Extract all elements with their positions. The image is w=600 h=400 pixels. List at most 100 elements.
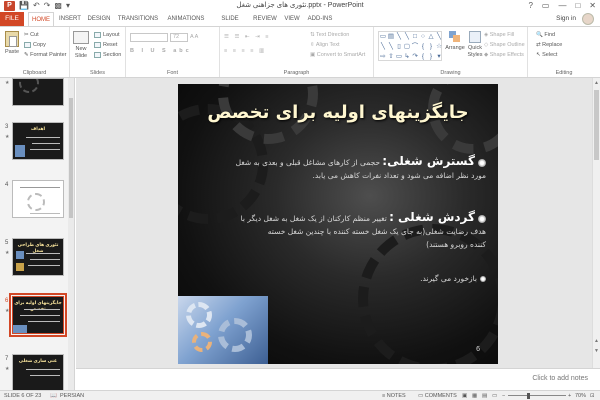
section-button[interactable]: Section: [94, 51, 121, 59]
spell-check-icon[interactable]: 📖: [50, 392, 57, 400]
oval-shape-icon[interactable]: ○: [419, 32, 427, 42]
replace-button[interactable]: ⇄ Replace: [536, 41, 562, 49]
help-icon[interactable]: ?: [528, 0, 532, 11]
rounded-rectangle-shape-icon[interactable]: ▢: [403, 42, 411, 52]
reading-view-icon[interactable]: ▤: [482, 392, 487, 400]
paste-button[interactable]: Paste: [2, 31, 22, 56]
zoom-slider[interactable]: [508, 395, 566, 396]
slide-sorter-view-icon[interactable]: ▦: [472, 392, 477, 400]
slide-show-view-icon[interactable]: ▭: [492, 392, 497, 400]
tab-transitions[interactable]: TRANSITIONS: [116, 12, 160, 26]
font-style-buttons[interactable]: B I U S abc: [130, 47, 192, 55]
tab-insert[interactable]: INSERT: [58, 12, 82, 26]
notes-pane[interactable]: Click to add notes: [76, 368, 600, 390]
notes-toggle[interactable]: ≡ NOTES: [382, 392, 406, 400]
comments-toggle[interactable]: ▭ COMMENTS: [418, 392, 457, 400]
previous-slide-icon[interactable]: ▲: [594, 338, 599, 344]
brace-shape-icon[interactable]: }: [427, 42, 435, 52]
paragraph-feedback[interactable]: بازخورد می گیرند.: [190, 272, 486, 285]
slide-thumbnail[interactable]: [12, 78, 64, 106]
callout-shape-icon[interactable]: ▭: [395, 52, 403, 62]
tab-home[interactable]: HOME: [28, 12, 54, 26]
paragraph-job-rotation[interactable]: گردش شغلی : تغییر منظم کارکنان از یک شغل…: [190, 210, 486, 251]
slide-thumbnail[interactable]: غنی سازی شغلی: [12, 354, 64, 390]
thumbnails-scrollbar[interactable]: [68, 78, 74, 390]
current-slide[interactable]: جایگزینهای اولیه برای تخصص گسترش شغلی: ح…: [178, 84, 498, 364]
rectangle-shape-icon[interactable]: ▯: [395, 42, 403, 52]
align-buttons[interactable]: ≡ ≡ ≡ ≡ ▥: [224, 47, 266, 55]
brace-shape-icon[interactable]: {: [419, 42, 427, 52]
layout-button[interactable]: Layout: [94, 31, 120, 39]
user-avatar[interactable]: [582, 13, 594, 25]
arrow-shape-icon[interactable]: ⇧: [387, 52, 395, 62]
slide-title[interactable]: جایگزینهای اولیه برای تخصص: [178, 102, 498, 123]
copy-button[interactable]: Copy: [24, 41, 46, 49]
slide-thumbnail[interactable]: [12, 180, 64, 218]
arrange-button[interactable]: Arrange: [444, 31, 466, 52]
slide-thumbnail[interactable]: تئوری های طراحی شغل: [12, 238, 64, 276]
line-shape-icon[interactable]: ╲: [387, 42, 395, 52]
close-icon[interactable]: ✕: [589, 0, 596, 11]
normal-view-icon[interactable]: ▣: [462, 392, 467, 400]
select-button[interactable]: ↖ Select: [536, 51, 557, 59]
list-buttons[interactable]: ☰ ☰ ⇤ ⇥ ≡: [224, 33, 270, 41]
line-shape-icon[interactable]: ╲: [435, 32, 443, 42]
convert-smartart-button[interactable]: ▣ Convert to SmartArt: [310, 51, 365, 59]
cut-button[interactable]: ✂ Cut: [24, 31, 39, 39]
maximize-icon[interactable]: □: [575, 0, 580, 11]
star-shape-icon[interactable]: ☆: [435, 42, 443, 52]
shape-fill-button[interactable]: ◈ Shape Fill: [484, 31, 514, 39]
slide-thumbnail-selected[interactable]: جایگزینهای اولیه برای تخصص: [9, 293, 67, 337]
tab-animations[interactable]: ANIMATIONS: [164, 12, 208, 26]
brace-shape-icon[interactable]: {: [419, 52, 427, 62]
grow-shrink-font-buttons[interactable]: A A: [190, 33, 198, 41]
line-shape-icon[interactable]: ╲: [395, 32, 403, 42]
paragraph-job-enlargement[interactable]: گسترش شغلی: حجمی از کارهای مشاغل قبلی و …: [190, 154, 486, 182]
notes-placeholder[interactable]: Click to add notes: [532, 375, 588, 382]
slide-scrollbar-thumb[interactable]: [594, 90, 599, 160]
find-button[interactable]: 🔍 Find: [536, 31, 555, 39]
shapes-gallery[interactable]: ▭ ▤ ╲ ╲ □ ○ △ ╲ ╲ ╲ ▯ ▢ ⌒{} ☆ ⇨ ⇧ ▭ ↳ ↷{} ▾: [378, 31, 442, 61]
ribbon-display-options-icon[interactable]: ▭: [542, 0, 550, 11]
curve-shape-icon[interactable]: ⌒: [411, 42, 419, 52]
line-shape-icon[interactable]: ╲: [379, 42, 387, 52]
tab-slide-show[interactable]: SLIDE SHOW: [212, 12, 248, 36]
scroll-up-icon[interactable]: ▲: [594, 80, 599, 86]
language-indicator[interactable]: PERSIAN: [60, 392, 84, 400]
tab-view[interactable]: VIEW: [282, 12, 302, 26]
tab-file[interactable]: FILE: [0, 12, 24, 26]
tab-add-ins[interactable]: ADD-INS: [306, 12, 334, 26]
sign-in-link[interactable]: Sign in: [556, 12, 576, 26]
rectangle-shape-icon[interactable]: □: [411, 32, 419, 42]
reset-button[interactable]: Reset: [94, 41, 117, 49]
tab-review[interactable]: REVIEW: [252, 12, 278, 26]
format-painter-button[interactable]: ✎ Format Painter: [24, 51, 67, 59]
font-name-dropdown[interactable]: [130, 33, 168, 42]
shape-outline-button[interactable]: ◇ Shape Outline: [484, 41, 525, 49]
font-size-dropdown[interactable]: 72: [170, 33, 188, 42]
arrow-shape-icon[interactable]: ↳: [403, 52, 411, 62]
zoom-level[interactable]: 70%: [575, 392, 586, 400]
zoom-out-icon[interactable]: −: [502, 392, 505, 400]
new-slide-button[interactable]: New Slide: [72, 31, 90, 60]
shape-effects-button[interactable]: ◆ Shape Effects: [484, 51, 524, 59]
triangle-shape-icon[interactable]: △: [427, 32, 435, 42]
zoom-in-icon[interactable]: +: [568, 392, 571, 400]
fit-slide-icon[interactable]: ⊡: [590, 392, 595, 400]
text-box-shape-icon[interactable]: ▤: [387, 32, 395, 42]
text-direction-button[interactable]: ⇅ Text Direction: [310, 31, 349, 39]
more-shapes-icon[interactable]: ▾: [435, 52, 443, 62]
zoom-slider-knob[interactable]: [527, 393, 531, 399]
text-box-shape-icon[interactable]: ▭: [379, 32, 387, 42]
quick-styles-button[interactable]: Quick Styles: [466, 31, 484, 59]
brace-shape-icon[interactable]: }: [427, 52, 435, 62]
next-slide-icon[interactable]: ▼: [594, 348, 599, 354]
slide-thumbnail[interactable]: اهداف: [12, 122, 64, 160]
thumbnails-scrollbar-thumb[interactable]: [69, 98, 73, 218]
line-shape-icon[interactable]: ╲: [403, 32, 411, 42]
arrow-shape-icon[interactable]: ↷: [411, 52, 419, 62]
tab-design[interactable]: DESIGN: [86, 12, 112, 26]
gears-picture[interactable]: [178, 296, 268, 364]
slide-vertical-scrollbar[interactable]: ▲ ▲ ▼: [592, 78, 600, 368]
minimize-icon[interactable]: —: [558, 0, 566, 11]
